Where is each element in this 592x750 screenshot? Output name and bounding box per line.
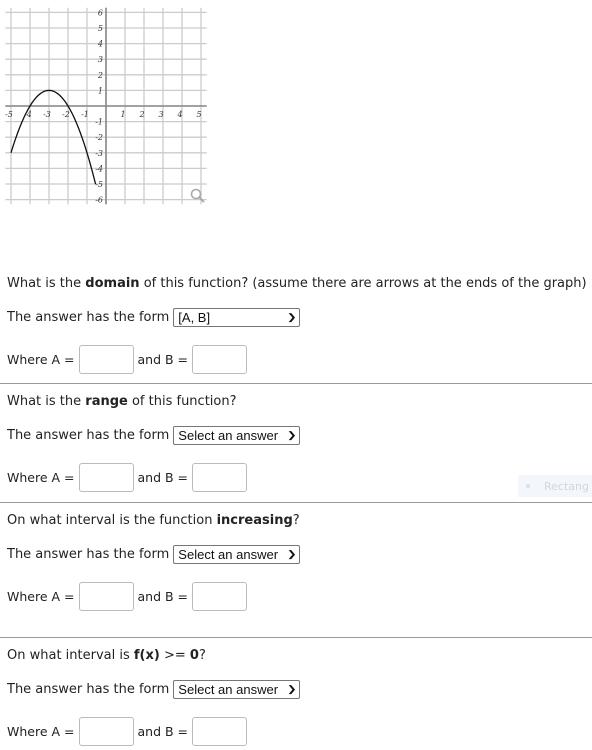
increasing-b-input[interactable]	[192, 582, 248, 611]
x-tick-label: -1	[81, 110, 89, 119]
form-select-range[interactable]: Select an answer ❯	[173, 426, 301, 445]
form-label: The answer has the form	[7, 682, 170, 697]
question-text: of this function?	[127, 394, 237, 409]
question-text: What is the	[7, 394, 86, 409]
form-row-domain: The answer has the form [A, B] ❯	[7, 308, 301, 327]
question-text: ?	[198, 648, 206, 663]
y-tick-label: -1	[95, 118, 103, 127]
question-text: On what interval is	[7, 648, 134, 663]
range-a-input[interactable]	[78, 463, 134, 492]
domain-b-input[interactable]	[192, 345, 248, 374]
select-value: [A, B]	[178, 310, 211, 325]
form-row-range: The answer has the form Select an answer…	[7, 426, 301, 445]
form-label: The answer has the form	[7, 428, 170, 443]
y-tick-label: -4	[95, 164, 103, 173]
divider	[0, 383, 592, 384]
domain-a-input[interactable]	[78, 345, 134, 374]
function-graph: -5 -4 -3 -2 -1 1 2 3 4 5123456-1-2-3-4-5-6	[5, 7, 207, 205]
rectangle-tool-ghost: Rectang	[518, 475, 592, 497]
x-tick-label: -3	[43, 110, 51, 119]
nonnegative-b-input[interactable]	[192, 717, 248, 746]
y-tick-label: -3	[95, 149, 103, 158]
x-tick-label: -5	[5, 110, 13, 119]
chevron-down-icon: ❯	[286, 684, 297, 694]
question-keyword: f(x)	[133, 648, 160, 663]
y-tick-label: 4	[97, 40, 103, 49]
a-label: Where A =	[7, 352, 75, 367]
y-tick-label: 5	[98, 24, 103, 33]
y-tick-label: 3	[98, 55, 103, 64]
select-value: Select an answer	[178, 547, 279, 562]
form-row-nonnegative: The answer has the form Select an answer…	[7, 680, 301, 699]
b-label: and B =	[137, 724, 189, 739]
question-text: ?	[292, 513, 300, 528]
ab-row-range: Where A = and B =	[7, 463, 251, 492]
ab-row-nonnegative: Where A = and B =	[7, 717, 251, 746]
divider	[0, 637, 592, 638]
x-tick-label: 2	[138, 110, 144, 119]
y-tick-label: 2	[97, 71, 103, 80]
question-keyword: increasing	[216, 513, 293, 528]
dot-icon	[526, 484, 530, 488]
question-text: >=	[159, 648, 190, 663]
select-value: Select an answer	[178, 682, 279, 697]
a-label: Where A =	[7, 724, 75, 739]
question-keyword: domain	[85, 276, 140, 291]
form-select-increasing[interactable]: Select an answer ❯	[173, 545, 301, 564]
ghost-label: Rectang	[544, 479, 589, 493]
x-tick-label: 4	[176, 110, 182, 119]
nonnegative-a-input[interactable]	[78, 717, 134, 746]
magnifier-icon	[190, 188, 202, 200]
question-increasing: On what interval is the function increas…	[7, 513, 300, 528]
form-label: The answer has the form	[7, 310, 170, 325]
y-tick-label: -5	[95, 180, 103, 189]
question-range: What is the range of this function?	[7, 394, 237, 409]
y-tick-label: 6	[98, 8, 103, 17]
x-tick-label: 1	[120, 110, 125, 119]
form-label: The answer has the form	[7, 547, 170, 562]
a-label: Where A =	[7, 589, 75, 604]
x-tick-label: -2	[62, 110, 70, 119]
chevron-down-icon: ❯	[286, 549, 297, 559]
a-label: Where A =	[7, 470, 75, 485]
select-value: Select an answer	[178, 428, 279, 443]
question-keyword: range	[85, 394, 128, 409]
divider	[0, 502, 592, 503]
question-text: What is the	[7, 276, 86, 291]
chevron-down-icon: ❯	[286, 312, 297, 322]
b-label: and B =	[137, 352, 189, 367]
form-select-domain[interactable]: [A, B] ❯	[173, 308, 301, 327]
b-label: and B =	[137, 589, 189, 604]
chevron-down-icon: ❯	[286, 430, 297, 440]
increasing-a-input[interactable]	[78, 582, 134, 611]
y-tick-label: -2	[95, 133, 103, 142]
ab-row-increasing: Where A = and B =	[7, 582, 251, 611]
question-nonnegative: On what interval is f(x) >= 0?	[7, 648, 206, 663]
range-b-input[interactable]	[192, 463, 248, 492]
b-label: and B =	[137, 470, 189, 485]
ab-row-domain: Where A = and B =	[7, 345, 251, 374]
x-tick-label: 3	[158, 110, 163, 119]
question-text: of this function? (assume there are arro…	[139, 276, 587, 291]
question-text: On what interval is the function	[7, 513, 217, 528]
y-tick-label: -6	[95, 196, 103, 205]
question-keyword: 0	[189, 648, 199, 663]
question-domain: What is the domain of this function? (as…	[7, 276, 587, 291]
x-tick-label: 5	[196, 110, 201, 119]
form-select-nonnegative[interactable]: Select an answer ❯	[173, 680, 301, 699]
y-tick-label: 1	[98, 86, 103, 95]
form-row-increasing: The answer has the form Select an answer…	[7, 545, 301, 564]
